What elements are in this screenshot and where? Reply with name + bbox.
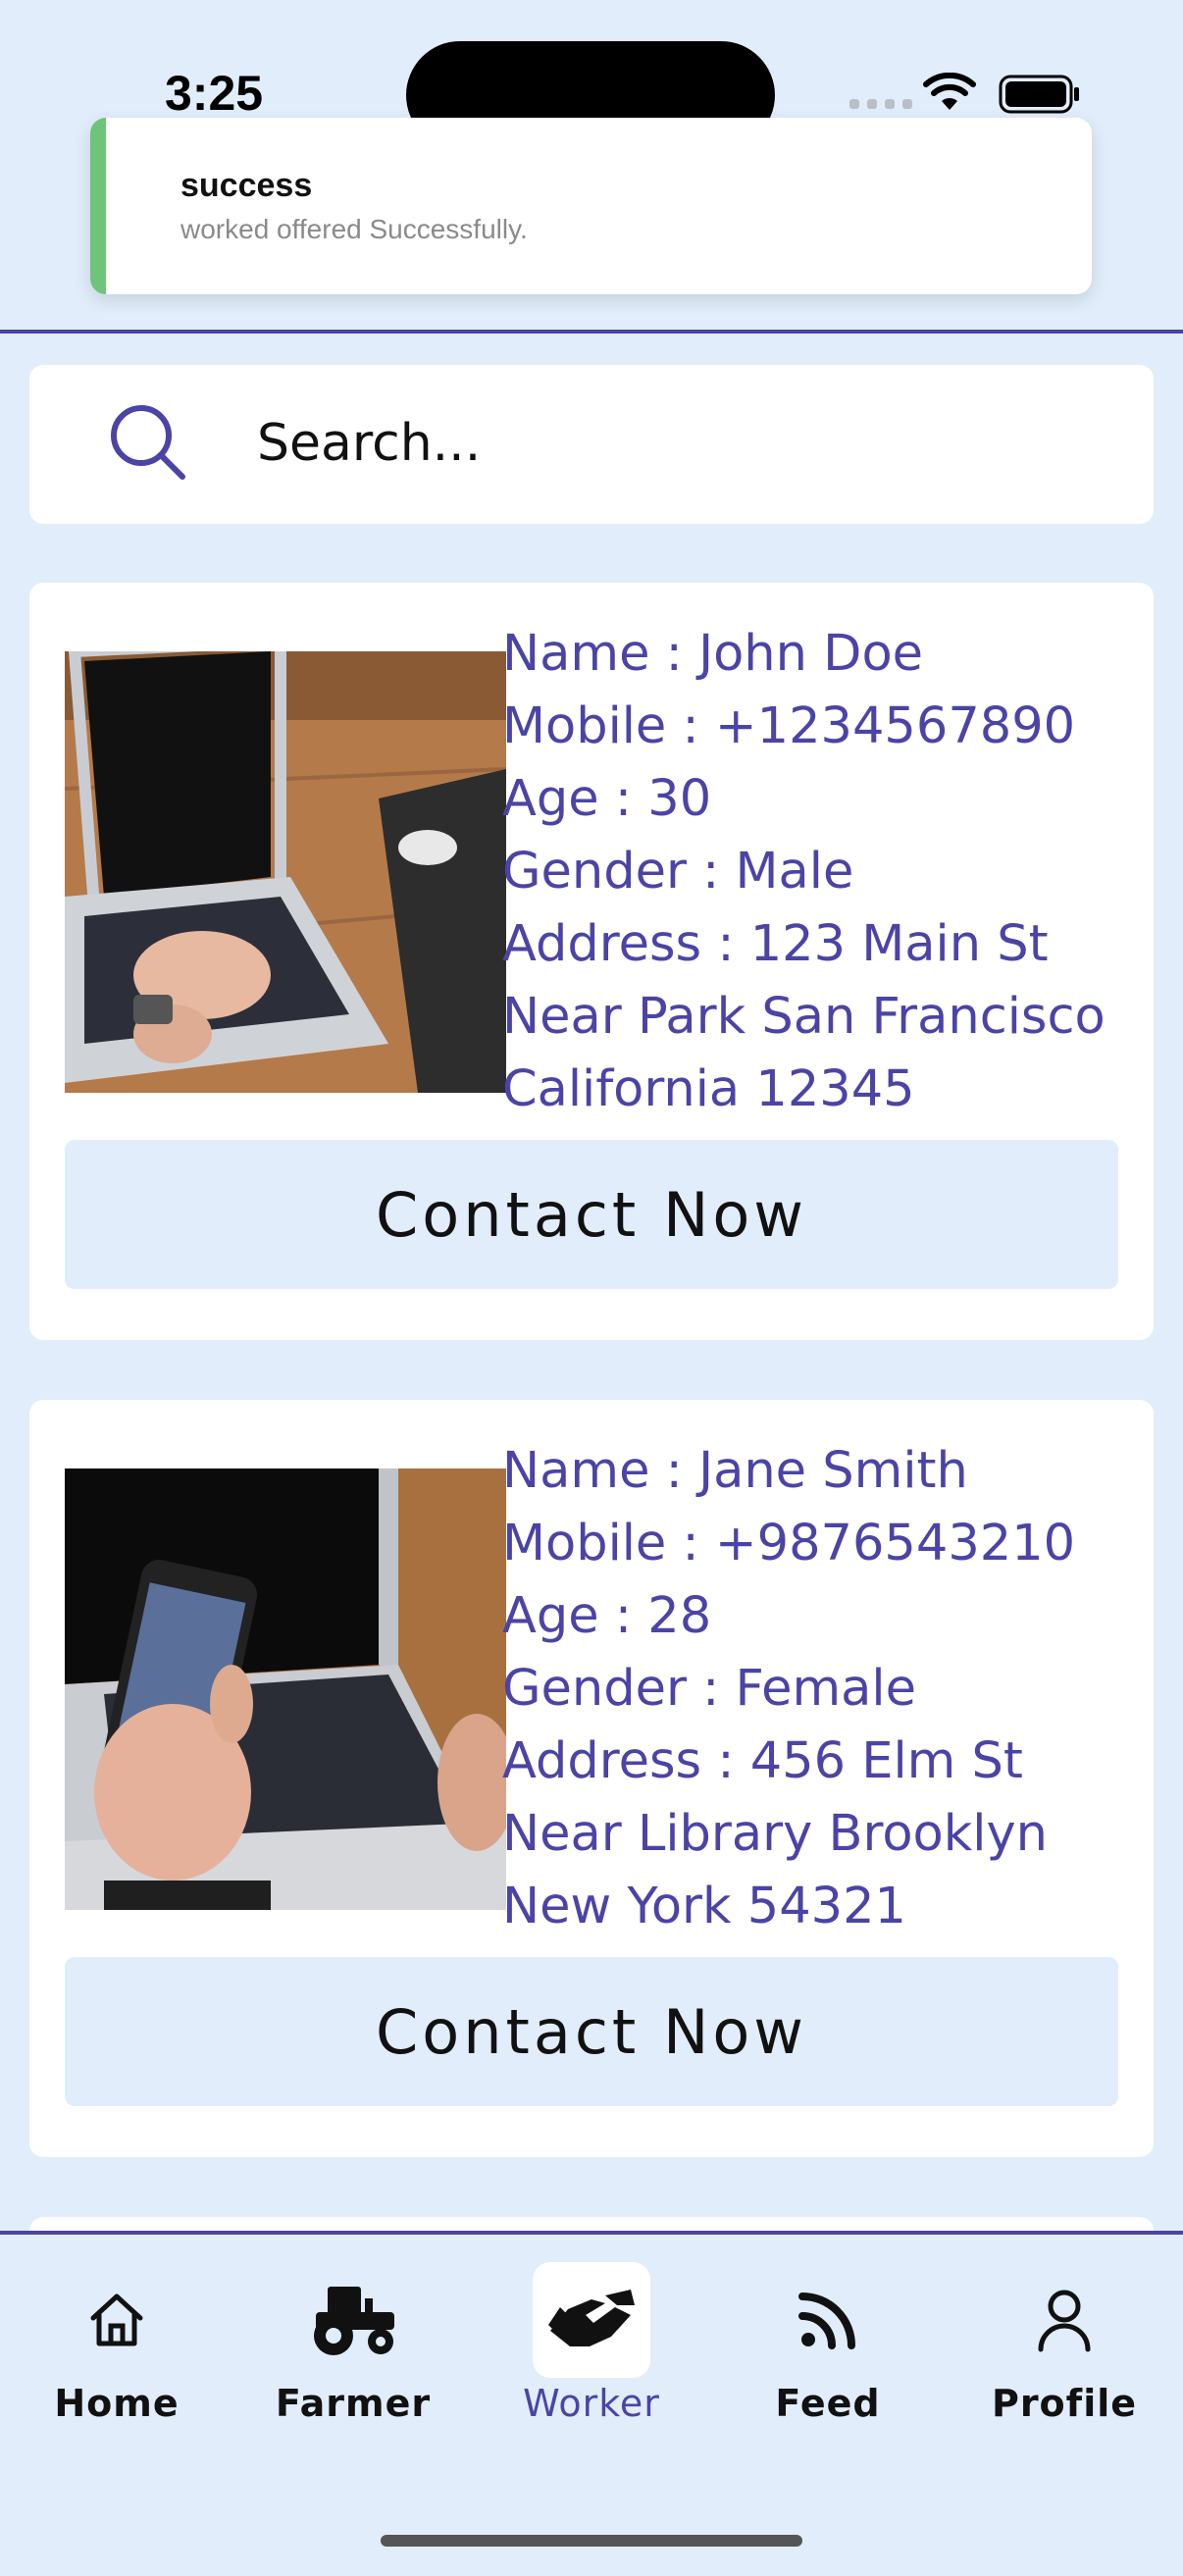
- worker-name: Name : Jane Smith: [502, 1442, 968, 1500]
- toast-message: worked offered Successfully.: [180, 214, 528, 244]
- tractor-icon: [314, 2287, 394, 2355]
- search-input[interactable]: Search...: [257, 414, 481, 473]
- home-icon: [90, 2293, 143, 2346]
- worker-details: Name : John Doe Mobile : +1234567890 Age…: [502, 618, 1140, 1126]
- worker-address: Address : 456 Elm St Near Library Brookl…: [502, 1732, 1048, 1935]
- worker-gender: Gender : Female: [502, 1660, 916, 1718]
- worker-mobile: Mobile : +9876543210: [502, 1515, 1076, 1572]
- wifi-icon: [923, 73, 976, 110]
- worker-photo: [65, 1468, 506, 1910]
- toast-title: success: [180, 167, 313, 204]
- header-divider: [0, 330, 1183, 334]
- nav-item-profile[interactable]: Profile: [966, 2262, 1162, 2425]
- nav-item-feed[interactable]: Feed: [730, 2262, 926, 2425]
- worker-name: Name : John Doe: [502, 625, 924, 683]
- nav-label: Home: [54, 2382, 180, 2425]
- worker-age: Age : 28: [502, 1587, 712, 1645]
- worker-age: Age : 30: [502, 770, 712, 828]
- worker-details: Name : Jane Smith Mobile : +9876543210 A…: [502, 1435, 1140, 1943]
- contact-now-button[interactable]: Contact Now: [65, 1957, 1118, 2106]
- nav-label: Feed: [775, 2382, 881, 2425]
- nav-label: Farmer: [275, 2382, 432, 2425]
- toast-accent-bar: [90, 118, 106, 294]
- nav-item-worker[interactable]: Worker: [493, 2262, 690, 2425]
- worker-card: Name : John Doe Mobile : +1234567890 Age…: [29, 583, 1154, 1340]
- nav-item-home[interactable]: Home: [19, 2262, 215, 2425]
- status-time: 3:25: [165, 66, 264, 121]
- handshake-icon: [548, 2290, 635, 2346]
- bottom-navigation: Home Farmer Worker Feed Profile: [0, 2231, 1183, 2576]
- signal-icon: [849, 99, 912, 109]
- worker-photo: [65, 651, 506, 1093]
- user-icon: [1038, 2290, 1091, 2352]
- search-icon: [111, 405, 185, 480]
- nav-label: Profile: [991, 2382, 1138, 2425]
- success-toast[interactable]: success worked offered Successfully.: [90, 118, 1092, 294]
- nav-label: Worker: [523, 2382, 660, 2425]
- contact-now-button[interactable]: Contact Now: [65, 1140, 1118, 1289]
- battery-icon: [999, 75, 1079, 114]
- worker-address: Address : 123 Main St Near Park San Fran…: [502, 915, 1106, 1118]
- worker-gender: Gender : Male: [502, 843, 854, 901]
- worker-mobile: Mobile : +1234567890: [502, 697, 1076, 755]
- home-indicator[interactable]: [381, 2535, 802, 2547]
- rss-icon: [798, 2293, 855, 2349]
- nav-item-farmer[interactable]: Farmer: [255, 2262, 451, 2425]
- search-bar[interactable]: Search...: [29, 365, 1154, 524]
- worker-card: Name : Jane Smith Mobile : +9876543210 A…: [29, 1400, 1154, 2157]
